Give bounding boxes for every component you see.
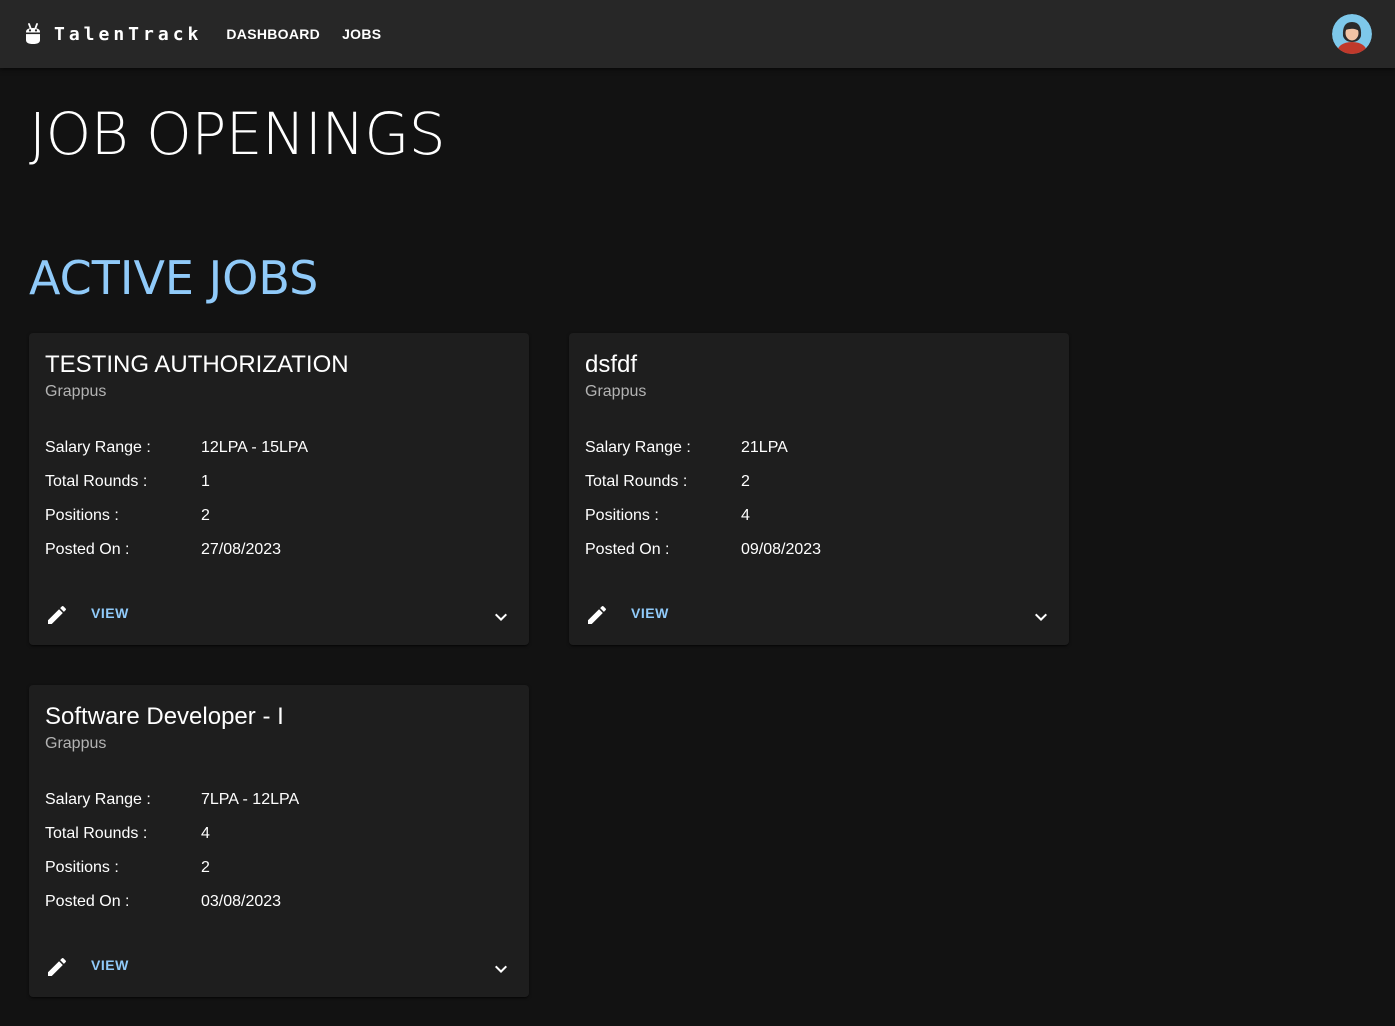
posted-value: 09/08/2023 xyxy=(741,541,822,558)
salary-value: 21LPA xyxy=(741,439,788,456)
posted-row: Posted On : 27/08/2023 xyxy=(45,541,281,559)
rounds-value: 4 xyxy=(201,825,210,842)
posted-label: Posted On : xyxy=(45,893,130,910)
positions-row: Positions : 4 xyxy=(585,507,750,525)
robot-icon[interactable] xyxy=(24,23,42,45)
page-title: JOB OPENINGS xyxy=(29,100,446,168)
positions-label: Positions : xyxy=(585,507,659,524)
positions-value: 2 xyxy=(201,859,210,876)
card-actions: VIEW xyxy=(569,585,1069,645)
rounds-row: Total Rounds : 1 xyxy=(45,473,210,491)
chevron-down-icon[interactable] xyxy=(1029,605,1053,629)
section-title-active-jobs: ACTIVE JOBS xyxy=(29,251,319,305)
salary-row: Salary Range : 21LPA xyxy=(585,439,788,457)
card-actions: VIEW xyxy=(29,937,529,997)
posted-value: 27/08/2023 xyxy=(201,541,282,558)
salary-row: Salary Range : 12LPA - 15LPA xyxy=(45,439,308,457)
job-company: Grappus xyxy=(45,735,107,752)
card-actions: VIEW xyxy=(29,585,529,645)
nav-jobs[interactable]: JOBS xyxy=(342,26,381,42)
positions-label: Positions : xyxy=(45,507,119,524)
positions-label: Positions : xyxy=(45,859,119,876)
positions-row: Positions : 2 xyxy=(45,859,210,877)
salary-label: Salary Range : xyxy=(585,439,691,456)
view-button[interactable]: VIEW xyxy=(91,605,129,621)
salary-label: Salary Range : xyxy=(45,791,151,808)
job-card: dsfdf Grappus Salary Range : 21LPA Total… xyxy=(569,333,1069,645)
positions-value: 2 xyxy=(201,507,210,524)
job-company: Grappus xyxy=(45,383,107,400)
user-avatar[interactable] xyxy=(1332,14,1372,54)
job-title: TESTING AUTHORIZATION xyxy=(45,351,349,378)
rounds-label: Total Rounds : xyxy=(45,473,148,490)
rounds-row: Total Rounds : 4 xyxy=(45,825,210,843)
rounds-value: 2 xyxy=(741,473,750,490)
posted-value: 03/08/2023 xyxy=(201,893,282,910)
salary-row: Salary Range : 7LPA - 12LPA xyxy=(45,791,299,809)
posted-row: Posted On : 09/08/2023 xyxy=(585,541,821,559)
job-card: TESTING AUTHORIZATION Grappus Salary Ran… xyxy=(29,333,529,645)
positions-value: 4 xyxy=(741,507,750,524)
pencil-icon[interactable] xyxy=(45,603,69,627)
positions-row: Positions : 2 xyxy=(45,507,210,525)
nav-dashboard[interactable]: DASHBOARD xyxy=(226,26,320,42)
job-card: Software Developer - I Grappus Salary Ra… xyxy=(29,685,529,997)
view-button[interactable]: VIEW xyxy=(91,957,129,973)
app-bar: TalenTrack DASHBOARD JOBS xyxy=(0,0,1395,68)
chevron-down-icon[interactable] xyxy=(489,957,513,981)
posted-row: Posted On : 03/08/2023 xyxy=(45,893,281,911)
salary-value: 7LPA - 12LPA xyxy=(201,791,300,808)
job-title: dsfdf xyxy=(585,351,638,378)
job-title: Software Developer - I xyxy=(45,703,284,730)
view-button[interactable]: VIEW xyxy=(631,605,669,621)
pencil-icon[interactable] xyxy=(45,955,69,979)
salary-value: 12LPA - 15LPA xyxy=(201,439,309,456)
posted-label: Posted On : xyxy=(45,541,130,558)
salary-label: Salary Range : xyxy=(45,439,151,456)
pencil-icon[interactable] xyxy=(585,603,609,627)
job-company: Grappus xyxy=(585,383,647,400)
posted-label: Posted On : xyxy=(585,541,670,558)
rounds-label: Total Rounds : xyxy=(45,825,148,842)
chevron-down-icon[interactable] xyxy=(489,605,513,629)
rounds-value: 1 xyxy=(201,473,210,490)
rounds-row: Total Rounds : 2 xyxy=(585,473,750,491)
rounds-label: Total Rounds : xyxy=(585,473,688,490)
brand-name[interactable]: TalenTrack xyxy=(54,24,202,45)
